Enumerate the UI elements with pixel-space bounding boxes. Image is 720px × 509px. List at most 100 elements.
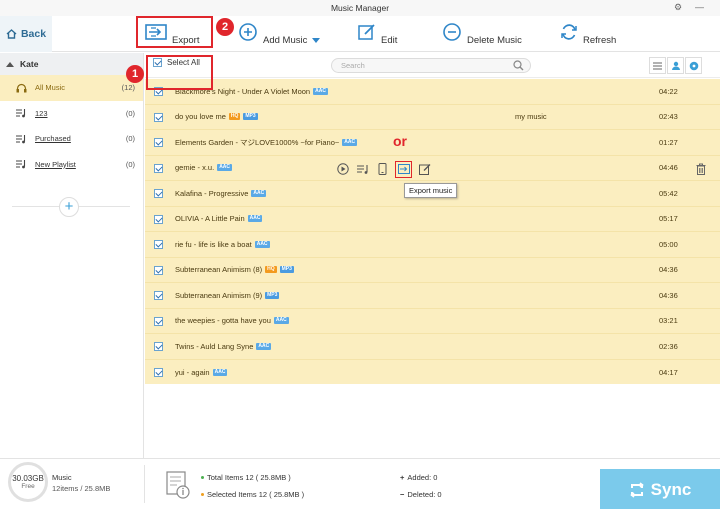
sidebar-item-label: All Music (35, 83, 66, 93)
row-checkbox[interactable] (154, 265, 163, 275)
add-music-label: Add Music (263, 35, 308, 46)
song-duration: 04:17 (659, 367, 678, 377)
trash-icon[interactable] (696, 163, 706, 175)
song-album: my music (515, 112, 547, 122)
song-duration: 05:42 (659, 188, 678, 198)
edit-button[interactable]: Edit (358, 18, 397, 50)
export-row-button[interactable] (395, 160, 412, 178)
row-checkbox[interactable] (154, 240, 163, 249)
song-duration: 01:27 (659, 137, 678, 147)
song-title-cell: yui - again AAC (175, 368, 228, 377)
song-title-cell: Elements Garden - マジLOVE1000% ~for Piano… (175, 137, 358, 148)
table-row[interactable]: yui - again AAC 04:17 (145, 360, 720, 386)
song-title: Twins - Auld Lang Syne (175, 341, 254, 351)
song-duration: 04:36 (659, 265, 678, 275)
song-title: Subterranean Animism (9) (175, 290, 263, 300)
orange-dot-icon (201, 493, 204, 496)
sidebar: Kate All Music (12) 123 (0) Purchased (0… (0, 53, 144, 458)
refresh-button[interactable]: Refresh (560, 18, 616, 50)
row-checkbox[interactable] (154, 138, 163, 147)
sidebar-item-purchased[interactable]: Purchased (0) (0, 126, 143, 152)
music-summary-text: 12items / 25.8MB (52, 484, 111, 493)
selected-items-text: Selected Items 12 ( 25.8MB ) (207, 490, 305, 499)
settings-icon[interactable]: ⚙ (674, 0, 682, 14)
list-view-icon (653, 61, 662, 70)
table-row[interactable]: OLIVIA - A Little Pain AAC 05:17 (145, 207, 720, 232)
song-title: the weepies - gotta have you (175, 316, 271, 326)
add-music-icon (239, 23, 257, 41)
add-playlist-button[interactable]: + (59, 197, 79, 217)
export-icon (397, 164, 410, 174)
table-row[interactable]: Subterranean Animism (9) MP3 04:36 (145, 283, 720, 309)
sidebar-item-all-music[interactable]: All Music (12) (0, 75, 143, 101)
sidebar-item-123[interactable]: 123 (0) (0, 101, 143, 127)
sync-button[interactable]: Sync (600, 469, 720, 509)
format-badge: AAC (313, 87, 328, 95)
row-checkbox[interactable] (154, 163, 163, 173)
total-items-text: Total Items 12 ( 25.8MB ) (207, 473, 291, 482)
row-checkbox[interactable] (154, 367, 163, 377)
edit-icon (418, 164, 430, 175)
edit-label: Edit (381, 35, 398, 46)
row-checkbox[interactable] (154, 342, 163, 351)
album-view-button[interactable] (685, 57, 702, 74)
window-title: Music Manager (330, 3, 390, 13)
quality-badge: HQ (228, 113, 241, 121)
row-checkbox[interactable] (154, 214, 163, 224)
device-header[interactable]: Kate (0, 53, 143, 75)
sync-icon (629, 481, 644, 498)
send-to-device-button[interactable] (375, 162, 390, 177)
search-input[interactable]: Search (331, 58, 531, 73)
format-badge: AAC (212, 368, 228, 376)
headphones-icon (16, 83, 27, 93)
song-title: Kalafina - Progressive (175, 188, 249, 198)
minimize-icon[interactable]: — (695, 0, 704, 14)
add-music-button[interactable]: Add Music (238, 18, 321, 50)
toolbar: Back Export 2 Add Music Edit Delete Musi… (0, 16, 720, 52)
green-dot-icon (201, 476, 204, 479)
delete-music-label: Delete Music (467, 35, 522, 46)
select-all-highlight-box (146, 55, 213, 90)
plus-icon: + (400, 473, 405, 482)
search-icon[interactable] (513, 60, 524, 71)
song-duration: 03:21 (659, 316, 678, 326)
export-music-tooltip: Export music (404, 183, 458, 198)
title-bar: Music Manager ⚙ — (0, 0, 720, 16)
document-info-icon (166, 471, 190, 499)
row-checkbox[interactable] (154, 112, 163, 122)
table-row[interactable]: the weepies - gotta have you AAC 03:21 (145, 309, 720, 334)
sidebar-item-new-playlist[interactable]: New Playlist (0) (0, 152, 143, 178)
song-title-cell: do you love me HQ MP3 (175, 112, 258, 121)
home-icon (6, 29, 17, 39)
table-row[interactable]: Subterranean Animism (8) HQ MP3 04:36 (145, 258, 720, 283)
table-row[interactable]: Blackmore's Night - Under A Violet Moon A… (145, 79, 720, 105)
artist-view-button[interactable] (667, 57, 684, 74)
row-checkbox[interactable] (154, 291, 163, 300)
edit-row-button[interactable] (417, 162, 432, 177)
search-placeholder: Search (341, 61, 365, 70)
added-text: Added: 0 (407, 473, 438, 482)
back-button[interactable]: Back (0, 16, 52, 52)
table-row[interactable]: do you love me HQ MP3 my music 02:43 (145, 105, 720, 130)
delete-music-icon (443, 23, 461, 41)
row-checkbox[interactable] (154, 189, 163, 198)
list-view-button[interactable] (649, 57, 666, 74)
edit-icon (358, 24, 375, 40)
table-row[interactable]: Elements Garden - マジLOVE1000% ~for Piano… (145, 130, 720, 156)
add-to-playlist-button[interactable] (355, 162, 370, 177)
song-duration: 04:46 (659, 163, 678, 173)
table-row[interactable]: Twins - Auld Lang Syne AAC 02:36 (145, 334, 720, 360)
table-row[interactable]: gemie - x.u. AAC 04:46 (145, 156, 720, 181)
added-stat: + Added: 0 (400, 473, 437, 482)
quality-badge: HQ (265, 266, 277, 274)
song-duration: 02:43 (659, 112, 678, 122)
song-list: Blackmore's Night - Under A Violet Moon A… (145, 79, 720, 384)
format-badge: AAC (256, 342, 272, 350)
play-button[interactable] (335, 162, 350, 177)
table-row[interactable]: rie fu - life is like a boat AAC 05:00 (145, 232, 720, 258)
song-title-cell: Twins - Auld Lang Syne AAC (175, 341, 272, 351)
row-checkbox[interactable] (154, 316, 163, 326)
phone-icon (378, 163, 387, 175)
delete-music-button[interactable]: Delete Music (442, 18, 522, 50)
list-header: Select All Search (145, 53, 720, 78)
